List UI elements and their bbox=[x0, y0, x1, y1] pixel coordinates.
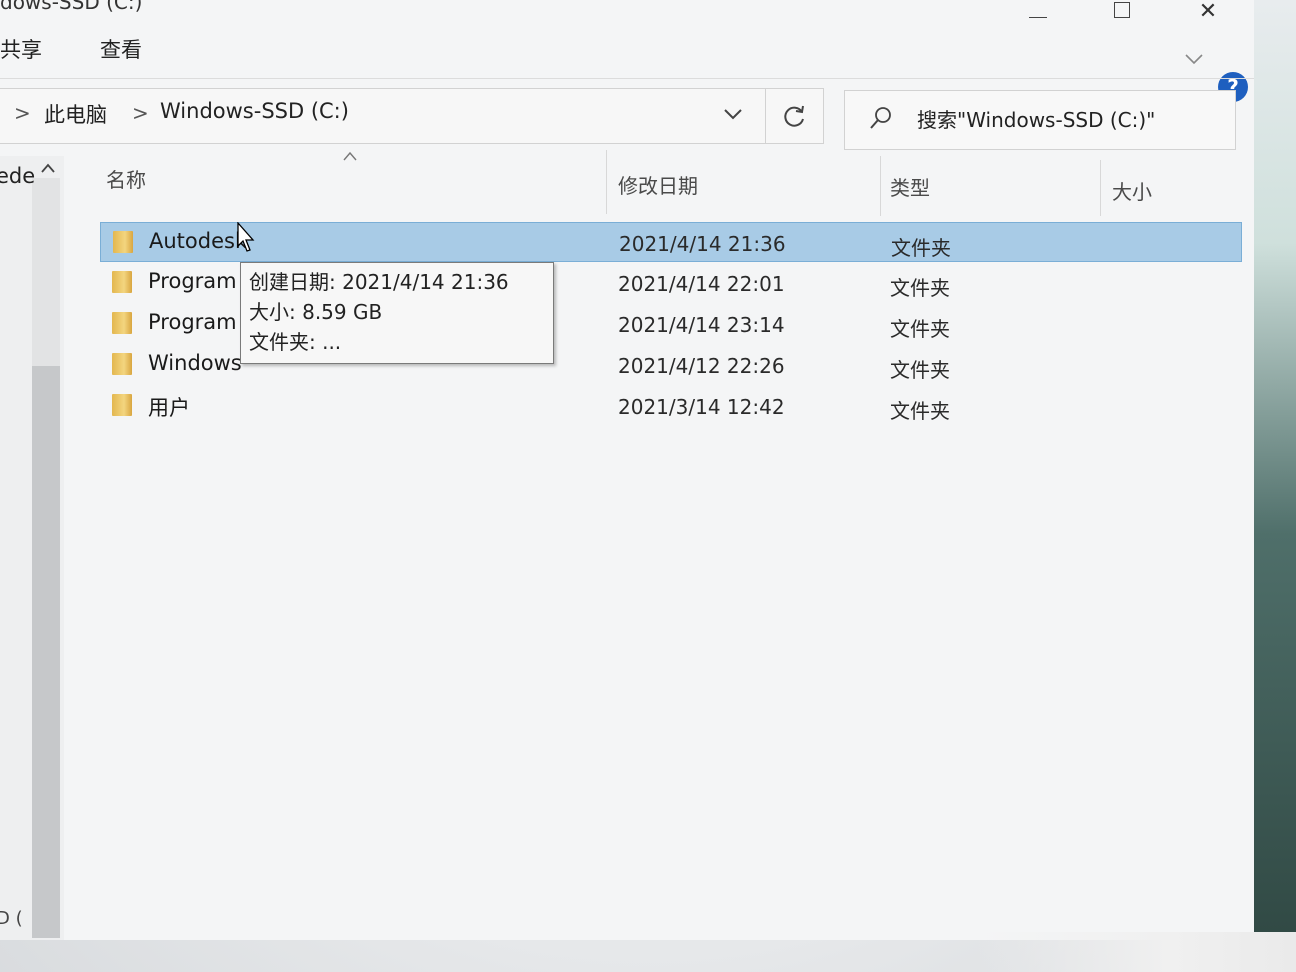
nav-scrollbar-thumb[interactable] bbox=[32, 366, 60, 938]
file-date: 2021/4/14 23:14 bbox=[618, 313, 785, 337]
search-input[interactable] bbox=[917, 105, 1227, 135]
file-name: Program bbox=[148, 269, 237, 293]
column-divider[interactable] bbox=[880, 156, 881, 216]
address-bar[interactable]: > 此电脑 > Windows-SSD (C:) bbox=[0, 88, 766, 144]
file-date: 2021/4/12 22:26 bbox=[618, 354, 785, 378]
file-name: Program bbox=[148, 310, 237, 334]
nav-item-drive-d[interactable]: D ( bbox=[0, 908, 23, 929]
sort-ascending-icon bbox=[342, 146, 358, 165]
search-box[interactable] bbox=[844, 90, 1236, 150]
nav-item-partial[interactable]: ede bbox=[0, 164, 35, 188]
column-header-date[interactable]: 修改日期 bbox=[618, 170, 698, 199]
file-type: 文件夹 bbox=[890, 276, 950, 300]
file-type: 文件夹 bbox=[890, 399, 950, 423]
title-bar: dows-SSD (C:) ✕ bbox=[0, 0, 1254, 24]
refresh-icon bbox=[783, 105, 804, 127]
tooltip-folders: 文件夹: ... bbox=[249, 330, 342, 354]
file-type: 文件夹 bbox=[890, 317, 950, 341]
table-row[interactable]: 用户 2021/3/14 12:42 文件夹 bbox=[100, 386, 1242, 426]
file-date: 2021/4/14 22:01 bbox=[618, 272, 785, 296]
chevron-up-icon bbox=[41, 163, 55, 173]
folder-icon bbox=[112, 394, 132, 416]
chevron-down-icon bbox=[1185, 54, 1203, 65]
desktop-edge bbox=[1252, 0, 1296, 972]
ribbon-divider bbox=[0, 78, 1254, 79]
file-name: Autodesk bbox=[149, 229, 248, 253]
search-icon bbox=[869, 105, 893, 137]
file-name: 用户 bbox=[148, 396, 190, 420]
folder-icon bbox=[112, 271, 132, 293]
address-dropdown-button[interactable] bbox=[722, 103, 744, 127]
screen-glare bbox=[976, 932, 1296, 972]
folder-icon bbox=[112, 312, 132, 334]
minimize-button[interactable] bbox=[1008, 0, 1068, 24]
breadcrumb-separator: > bbox=[132, 101, 149, 125]
chevron-down-icon bbox=[724, 109, 742, 120]
folder-icon bbox=[113, 231, 133, 253]
close-icon: ✕ bbox=[1198, 0, 1218, 24]
maximize-icon bbox=[1114, 2, 1130, 18]
folder-icon bbox=[112, 353, 132, 375]
tooltip-created-date: 创建日期: 2021/4/14 21:36 bbox=[249, 270, 509, 294]
refresh-button[interactable] bbox=[766, 88, 824, 144]
minimize-icon bbox=[1029, 17, 1047, 18]
ribbon: 共享 查看 ? bbox=[0, 24, 1254, 102]
file-explorer-window: dows-SSD (C:) ✕ 共享 查看 ? > 此电脑 > Windows-… bbox=[0, 0, 1254, 940]
tooltip-size: 大小: 8.59 GB bbox=[249, 300, 383, 324]
file-type: 文件夹 bbox=[891, 236, 951, 260]
column-divider[interactable] bbox=[606, 150, 607, 214]
breadcrumb-drive[interactable]: Windows-SSD (C:) bbox=[160, 99, 349, 123]
file-date: 2021/4/14 21:36 bbox=[619, 232, 786, 256]
file-date: 2021/3/14 12:42 bbox=[618, 395, 785, 419]
column-header-type[interactable]: 类型 bbox=[890, 172, 930, 201]
column-divider[interactable] bbox=[1100, 160, 1101, 216]
breadcrumb-separator: > bbox=[14, 101, 31, 125]
mouse-pointer-icon bbox=[237, 222, 255, 252]
tab-share[interactable]: 共享 bbox=[0, 34, 42, 64]
file-name: Windows bbox=[148, 351, 242, 375]
file-type: 文件夹 bbox=[890, 358, 950, 382]
column-header-name[interactable]: 名称 bbox=[106, 164, 146, 193]
maximize-button[interactable] bbox=[1092, 0, 1152, 24]
navigation-pane: ede D ( bbox=[0, 156, 64, 940]
breadcrumb-this-pc[interactable]: 此电脑 bbox=[44, 99, 107, 129]
tab-view[interactable]: 查看 bbox=[100, 34, 142, 64]
folder-info-tooltip: 创建日期: 2021/4/14 21:36 大小: 8.59 GB 文件夹: .… bbox=[240, 262, 554, 364]
close-button[interactable]: ✕ bbox=[1178, 0, 1238, 24]
nav-scroll-up-button[interactable] bbox=[40, 158, 56, 179]
table-row[interactable]: Autodesk 2021/4/14 21:36 文件夹 bbox=[100, 222, 1242, 262]
ribbon-expand-button[interactable] bbox=[1184, 50, 1204, 71]
column-header-size[interactable]: 大小 bbox=[1112, 176, 1152, 205]
window-title: dows-SSD (C:) bbox=[0, 0, 143, 14]
